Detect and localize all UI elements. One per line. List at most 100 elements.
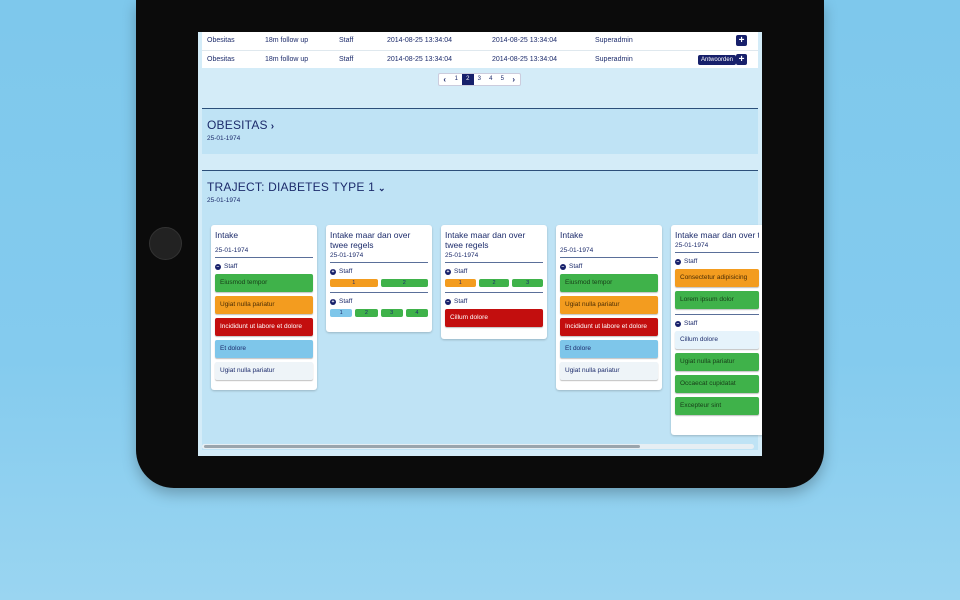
card-title: Intake maar dan over twee regels [445, 230, 526, 250]
panel-title[interactable]: TRAJECT: DIABETES TYPE 1 ⌄ [207, 180, 386, 194]
staff-toggle[interactable]: − Staff [215, 263, 313, 270]
task-item[interactable]: Cillum dolore [445, 309, 543, 327]
cell-updated: 2014-08-25 13:34:04 [492, 37, 557, 44]
trajectory-card[interactable]: Intake maar dan over twee regels 25-01-1… [441, 225, 547, 339]
staff-toggle[interactable]: + Staff [330, 268, 428, 275]
step-group: 1 2 3 [445, 279, 544, 287]
chevron-down-icon: ⌄ [377, 183, 386, 193]
cell-created: 2014-08-25 13:34:04 [387, 37, 452, 44]
page-4[interactable]: 4 [485, 74, 497, 85]
task-item[interactable]: Consectetur adipisicing [675, 269, 759, 287]
cell-role: Staff [339, 37, 354, 44]
step-group: 1 2 3 4 [330, 309, 428, 317]
step-item[interactable]: 4 [405, 309, 428, 317]
card-date: 25-01-1974 [675, 242, 759, 253]
task-item[interactable]: Ugiat nulla pariatur [215, 362, 313, 380]
panel-title-text: OBESITAS [207, 118, 268, 132]
staff-label: Staff [684, 258, 698, 265]
next-page-button[interactable]: › [508, 74, 520, 85]
page-3[interactable]: 3 [474, 74, 486, 85]
task-item[interactable]: Incididunt ut labore et dolore [560, 318, 658, 336]
task-item[interactable]: Eiusmod tempor [215, 274, 313, 292]
divider [330, 292, 428, 293]
task-item[interactable]: Cillum dolore [675, 331, 759, 349]
obesitas-panel[interactable]: OBESITAS › 25-01-1974 [202, 108, 758, 154]
cell-user: Superadmin [595, 56, 633, 63]
staff-toggle[interactable]: + Staff [330, 298, 428, 305]
horizontal-scrollbar[interactable] [202, 444, 754, 449]
plus-circle-icon: + [445, 268, 451, 275]
staff-toggle[interactable]: − Staff [675, 258, 759, 265]
panel-title-text: TRAJECT: DIABETES TYPE 1 [207, 180, 375, 194]
trajectory-card[interactable]: Intake maar dan over twee regels 25-01-1… [671, 225, 762, 435]
minus-circle-icon: − [675, 320, 681, 327]
task-item[interactable]: Ugiat nulla pariatur [215, 296, 313, 314]
cell-user: Superadmin [595, 37, 633, 44]
divider [445, 292, 543, 293]
step-item[interactable]: 2 [355, 309, 378, 317]
task-item[interactable]: Ugiat nulla pariatur [560, 362, 658, 380]
task-item[interactable]: Ugiat nulla pariatur [675, 353, 759, 371]
minus-circle-icon: − [215, 263, 221, 270]
pagination-bar: ‹ 1 2 3 4 5 › [202, 68, 758, 92]
step-item[interactable]: 3 [380, 309, 403, 317]
cell-type: 18m follow up [265, 37, 309, 44]
cell-name: Obesitas [207, 37, 235, 44]
plus-circle-icon: + [330, 268, 336, 275]
answer-button[interactable]: Antwoorden [698, 55, 737, 65]
page-5[interactable]: 5 [497, 74, 509, 85]
page-1[interactable]: 1 [451, 74, 463, 85]
staff-label: Staff [569, 263, 583, 270]
chevron-right-icon: › [270, 121, 275, 132]
task-item[interactable]: Occaecat cupidatat [675, 375, 759, 393]
step-item[interactable]: 1 [330, 279, 378, 287]
card-date: 25-01-1974 [330, 252, 428, 263]
app-screen: Obesitas 18m follow up Staff 2014-08-25 … [198, 32, 762, 456]
task-item[interactable]: Lorem ipsum dolor [675, 291, 759, 309]
task-item[interactable]: Incididunt ut labore et dolore [215, 318, 313, 336]
task-item[interactable]: Et dolore [215, 340, 313, 358]
step-item[interactable]: 1 [445, 279, 476, 287]
card-title: Intake [215, 230, 239, 240]
add-button[interactable]: + [736, 54, 747, 65]
task-item[interactable]: Excepteur sint [675, 397, 759, 415]
panel-date: 25-01-1974 [207, 197, 241, 204]
card-title: Intake maar dan over twee regels [675, 230, 759, 240]
table-row[interactable]: Obesitas 18m follow up Staff 2014-08-25 … [202, 32, 758, 51]
results-table: Obesitas 18m follow up Staff 2014-08-25 … [202, 32, 758, 70]
cell-name: Obesitas [207, 56, 235, 63]
minus-circle-icon: − [445, 298, 451, 305]
cell-type: 18m follow up [265, 56, 309, 63]
task-item[interactable]: Eiusmod tempor [560, 274, 658, 292]
step-item[interactable]: 3 [512, 279, 544, 287]
staff-toggle[interactable]: − Staff [675, 320, 759, 327]
panel-title[interactable]: OBESITAS › [207, 118, 274, 132]
divider [675, 314, 759, 315]
traject-panel[interactable]: TRAJECT: DIABETES TYPE 1 ⌄ 25-01-1974 [202, 170, 758, 218]
scrollbar-thumb[interactable] [204, 445, 640, 448]
task-item[interactable]: Et dolore [560, 340, 658, 358]
staff-toggle[interactable]: − Staff [560, 263, 658, 270]
step-item[interactable]: 2 [478, 279, 510, 287]
staff-toggle[interactable]: − Staff [445, 298, 543, 305]
pagination: ‹ 1 2 3 4 5 › [438, 73, 521, 86]
add-button[interactable]: + [736, 35, 747, 46]
task-item[interactable]: Ugiat nulla pariatur [560, 296, 658, 314]
home-button[interactable] [149, 227, 182, 260]
card-date: 25-01-1974 [445, 252, 543, 263]
trajectory-card[interactable]: Intake 25-01-1974 − Staff Eiusmod tempor … [556, 225, 662, 390]
step-item[interactable]: 1 [330, 309, 353, 317]
trajectory-card[interactable]: Intake maar dan over twee regels 25-01-1… [326, 225, 432, 332]
card-title: Intake maar dan over twee regels [330, 230, 411, 250]
staff-label: Staff [454, 298, 468, 305]
prev-page-button[interactable]: ‹ [439, 74, 451, 85]
staff-label: Staff [339, 268, 353, 275]
page-2[interactable]: 2 [462, 74, 474, 85]
trajectory-card[interactable]: Intake 25-01-1974 − Staff Eiusmod tempor … [211, 225, 317, 390]
card-title: Intake [560, 230, 584, 240]
step-item[interactable]: 2 [380, 279, 428, 287]
minus-circle-icon: − [675, 258, 681, 265]
cell-role: Staff [339, 56, 354, 63]
card-date: 25-01-1974 [560, 247, 658, 258]
staff-toggle[interactable]: + Staff [445, 268, 543, 275]
